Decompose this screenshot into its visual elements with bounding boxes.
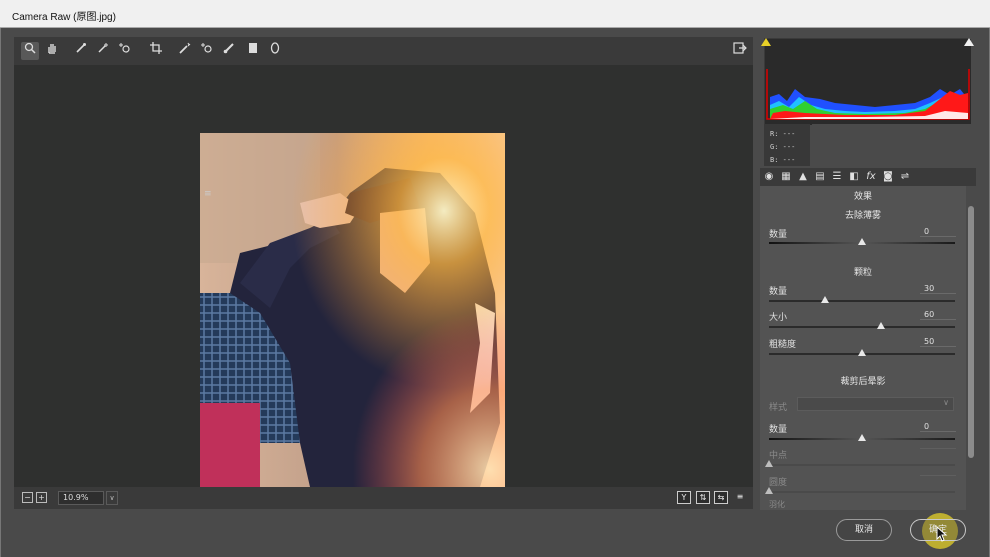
grain-roughness-label: 粗糙度 [769,340,797,350]
image-preview[interactable] [14,65,753,487]
slider-thumb[interactable] [858,238,866,245]
vignette-amount-value[interactable]: 0 [920,422,956,432]
dehaze-heading: 去除薄雾 [844,211,881,221]
window-title: Camera Raw (原图.jpg) [12,12,116,23]
blue-readout: B: --- [770,156,796,164]
red-eye-tool-icon[interactable] [198,42,216,60]
presets-tab-icon[interactable]: ⇌ [898,170,912,184]
scrollbar-thumb[interactable] [968,206,974,458]
cancel-button[interactable]: 取消 [836,519,892,541]
hand-tool-icon[interactable] [43,42,61,60]
dehaze-amount-label: 数量 [769,230,788,240]
grain-size-label: 大小 [769,313,788,323]
vignette-feather-label: 羽化 [769,500,785,509]
grain-roughness-slider[interactable] [769,349,955,356]
rgb-readout: R: --- G: --- B: --- [764,124,810,166]
vignette-amount-label: 数量 [769,425,788,435]
slider-thumb[interactable] [876,322,885,329]
color-sampler-tool-icon[interactable] [94,42,112,60]
basic-tab-icon[interactable]: ◉ [762,170,776,184]
grain-amount-value[interactable]: 30 [920,284,956,294]
toolbar [14,37,753,65]
vignette-heading: 裁剪后晕影 [840,377,886,387]
chevron-down-icon: ∨ [943,398,949,407]
effects-panel: 效果 去除薄雾 数量 0 颗粒 数量 30 大小 60 粗糙度 50 裁剪后晕影… [760,186,966,510]
dehaze-amount-slider[interactable] [769,238,955,245]
vignette-midpoint-slider[interactable] [765,460,955,467]
crop-tool-icon[interactable] [147,42,165,60]
vignette-roundness-value[interactable] [920,475,956,476]
white-balance-tool-icon[interactable] [72,42,90,60]
grain-amount-label: 数量 [769,287,788,297]
vignette-amount-slider[interactable] [769,434,955,441]
radial-filter-icon[interactable] [266,42,284,60]
slider-thumb[interactable] [858,434,866,441]
zoom-dropdown-icon[interactable]: ∨ [106,491,118,505]
copy-settings-button[interactable]: ⇆ [714,491,728,504]
vignette-style-label: 样式 [769,403,788,413]
shadow-clipping-warning-icon[interactable] [761,38,771,46]
zoom-tool-icon[interactable] [21,42,39,60]
zoom-level[interactable]: 10.9% [58,491,104,505]
grain-roughness-value[interactable]: 50 [920,337,956,347]
slider-thumb[interactable] [858,349,866,356]
lens-corrections-tab-icon[interactable]: ◧ [847,170,861,184]
panel-title: 效果 [853,192,872,202]
graduated-filter-icon[interactable] [244,42,262,60]
grain-amount-slider[interactable] [769,296,955,303]
vignette-style-select[interactable]: ∨ [797,397,954,411]
red-readout: R: --- [770,130,796,138]
readout-area [812,124,976,166]
detail-tab-icon[interactable]: ▲ [796,170,810,184]
mouse-cursor-icon [936,525,948,546]
panel-scrollbar[interactable] [966,200,976,508]
status-bar: − + 10.9% ∨ Y ⇅ ⇆ ≡ [14,487,753,509]
slider-thumb[interactable] [765,460,773,467]
grain-size-value[interactable]: 60 [920,310,956,320]
split-toning-tab-icon[interactable]: ☰ [830,170,844,184]
panel-menu-icon[interactable]: ≡ [204,189,212,199]
dehaze-amount-value[interactable]: 0 [920,227,956,237]
before-after-view-button[interactable]: Y [677,491,691,504]
swap-view-button[interactable]: ⇅ [696,491,710,504]
grain-size-slider[interactable] [769,322,955,329]
green-readout: G: --- [770,143,796,151]
title-bar: Camera Raw (原图.jpg) [0,0,990,28]
preview-photo [200,133,505,487]
camera-calibration-tab-icon[interactable]: ◙ [881,170,895,184]
tone-curve-tab-icon[interactable]: ▦ [779,170,793,184]
vignette-roundness-slider[interactable] [765,487,955,494]
vignette-midpoint-value[interactable] [920,448,956,449]
slider-thumb[interactable] [765,487,773,494]
effects-tab-icon[interactable]: fx [864,170,878,184]
preview-settings-button[interactable]: ≡ [733,491,747,504]
histogram [764,38,971,125]
slider-thumb[interactable] [820,296,829,303]
target-adjustment-tool-icon[interactable] [116,42,134,60]
hsl-tab-icon[interactable]: ▤ [813,170,827,184]
adjustment-brush-icon[interactable] [220,42,238,60]
zoom-in-button[interactable]: + [36,492,47,503]
spot-removal-tool-icon[interactable] [176,42,194,60]
panel-tabs: ◉ ▦ ▲ ▤ ☰ ◧ fx ◙ ⇌ [760,168,976,186]
highlight-clipping-warning-icon[interactable] [964,38,974,46]
grain-heading: 颗粒 [853,268,872,278]
export-icon[interactable] [731,42,749,60]
zoom-out-button[interactable]: − [22,492,33,503]
